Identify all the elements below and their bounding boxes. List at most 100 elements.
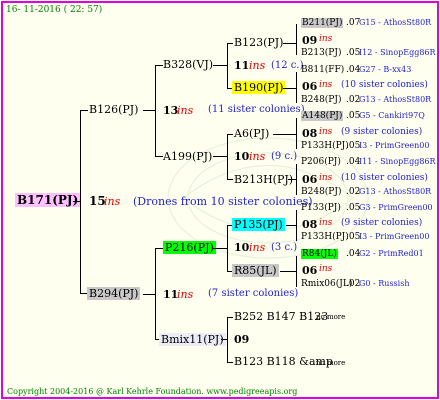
- connector: [80, 110, 88, 111]
- b190-bee[interactable]: B190(PJ): [232, 81, 286, 94]
- connector: [73, 201, 81, 202]
- drone-ins: ins: [177, 288, 194, 301]
- connector: [213, 65, 228, 66]
- g5-origin-code: I11 - SinopEgg86R: [359, 157, 436, 166]
- connector: [227, 362, 233, 363]
- g5-generation: 09: [302, 34, 318, 47]
- connector: [155, 65, 156, 157]
- bmix11-bee[interactable]: Bmix11(PJ): [159, 333, 226, 346]
- g4-generation: 10: [234, 241, 250, 254]
- b252-line[interactable]: B252 B147 B123: [234, 310, 328, 323]
- drone-note: (7 sister colonies): [208, 288, 299, 299]
- g5-note: (9 sister colonies): [341, 127, 423, 137]
- g5-origin-code: I3 - PrimGreen00: [359, 141, 430, 150]
- bmix-generation: 09: [234, 333, 250, 346]
- root-bee[interactable]: B171(PJ): [15, 193, 81, 207]
- g5-generation: 08: [302, 218, 318, 231]
- g5-ins: ins: [319, 80, 333, 90]
- connector: [155, 156, 163, 157]
- g5-origin-code: G0 - Russish: [359, 279, 410, 288]
- connector: [213, 156, 228, 157]
- p216-bee[interactable]: P216(PJ): [163, 241, 216, 254]
- g4-note: (3 c.): [271, 242, 298, 253]
- g5-bee[interactable]: P133H(PJ): [301, 232, 349, 242]
- connector: [288, 179, 297, 180]
- connector: [280, 271, 297, 272]
- g4-note: (12 c.): [271, 60, 304, 71]
- g5-origin-code: G13 - AthosSt80R: [359, 187, 432, 196]
- connector: [221, 339, 228, 340]
- connector: [227, 134, 233, 135]
- connector: [155, 248, 163, 249]
- g4-ins: ins: [249, 150, 266, 163]
- g5-bee[interactable]: A148(PJ): [301, 111, 344, 121]
- g5-generation: 06: [302, 264, 318, 277]
- connector: [286, 225, 297, 226]
- g5-note: (10 sister colonies): [341, 173, 428, 183]
- no-more-label: no more: [316, 313, 346, 321]
- g5-bee[interactable]: P133(PJ): [301, 203, 341, 213]
- root-note: (Drones from 10 sister colonies): [133, 195, 313, 208]
- g4-ins: ins: [249, 59, 266, 72]
- g5-bee[interactable]: P206(PJ): [301, 157, 341, 167]
- g5-bee[interactable]: B211(PJ): [301, 18, 344, 28]
- g5-origin-code: G3 - PrimGreen00: [359, 203, 433, 212]
- connector: [283, 43, 297, 44]
- footer-copyright: Copyright 2004-2016 @ Karl Kehrle Founda…: [7, 387, 298, 396]
- g5-bee[interactable]: B213(PJ): [301, 48, 341, 58]
- g5-origin-code: G27 - B-xx43: [359, 65, 412, 74]
- no-more-label: no more: [316, 359, 346, 367]
- connector: [213, 248, 228, 249]
- connector: [143, 294, 156, 295]
- g5-bee[interactable]: B811(FF): [301, 65, 344, 75]
- a199-bee[interactable]: A199(PJ): [163, 150, 212, 163]
- b123-bee[interactable]: B123(PJ): [234, 36, 283, 49]
- g5-ins: ins: [319, 218, 333, 228]
- p135-bee[interactable]: P135(PJ): [232, 218, 285, 231]
- g5-note: (10 sister colonies): [341, 80, 428, 90]
- pedigree-frame: 16- 11-2016 ( 22: 57) B171(PJ) 15 ins (D…: [1, 1, 439, 399]
- g4-generation: 10: [234, 150, 250, 163]
- g5-ins: ins: [319, 34, 333, 44]
- g5-origin-code: I3 - PrimGreen00: [359, 232, 430, 241]
- g5-ins: ins: [319, 264, 333, 274]
- connector: [227, 134, 228, 180]
- connector: [143, 110, 156, 111]
- g5-bee[interactable]: P133H(PJ): [301, 141, 349, 151]
- g5-ins: ins: [319, 173, 333, 183]
- g5-bee[interactable]: B248(PJ): [301, 187, 341, 197]
- dam-bee[interactable]: B126(PJ): [89, 103, 138, 116]
- r85-bee[interactable]: R85(JL): [232, 264, 279, 277]
- connector: [227, 179, 233, 180]
- g5-bee[interactable]: R84(JL): [301, 249, 338, 259]
- root-ins: ins: [104, 195, 121, 208]
- g5-note: (9 sister colonies): [341, 218, 423, 228]
- b328-bee[interactable]: B328(VJ): [163, 58, 213, 71]
- connector: [296, 24, 297, 55]
- a6-bee[interactable]: A6(PJ): [234, 127, 269, 140]
- g5-generation: 06: [302, 80, 318, 93]
- connector: [227, 43, 228, 89]
- date-line: 16- 11-2016 ( 22: 57): [6, 5, 103, 15]
- g5-origin-code: G5 - Cankiri97Q: [359, 111, 425, 120]
- g5-origin-code: G13 - AthosSt80R: [359, 95, 432, 104]
- connector: [80, 110, 81, 294]
- g5-origin-code: G2 - PrimRed01: [359, 249, 424, 258]
- connector: [155, 65, 163, 66]
- g5-bee[interactable]: Rmix06(JL): [301, 279, 352, 289]
- connector: [227, 43, 233, 44]
- g5-origin-code: I12 - SinopEgg86R: [359, 48, 436, 57]
- connector: [227, 317, 233, 318]
- b213h-bee[interactable]: B213H(PJ): [234, 173, 293, 186]
- g4-ins: ins: [249, 241, 266, 254]
- drone-bee[interactable]: B294(PJ): [87, 287, 141, 300]
- g4-note: (9 c.): [271, 151, 298, 162]
- g5-bee[interactable]: B248(PJ): [301, 95, 341, 105]
- g5-ins: ins: [319, 127, 333, 137]
- dam-ins: ins: [177, 104, 194, 117]
- connector: [273, 134, 297, 135]
- dam-note: (11 sister colonies): [208, 104, 305, 115]
- g5-generation: 08: [302, 127, 318, 140]
- g5-origin-code: G15 - AthosSt80R: [359, 18, 432, 27]
- g5-generation: 06: [302, 173, 318, 186]
